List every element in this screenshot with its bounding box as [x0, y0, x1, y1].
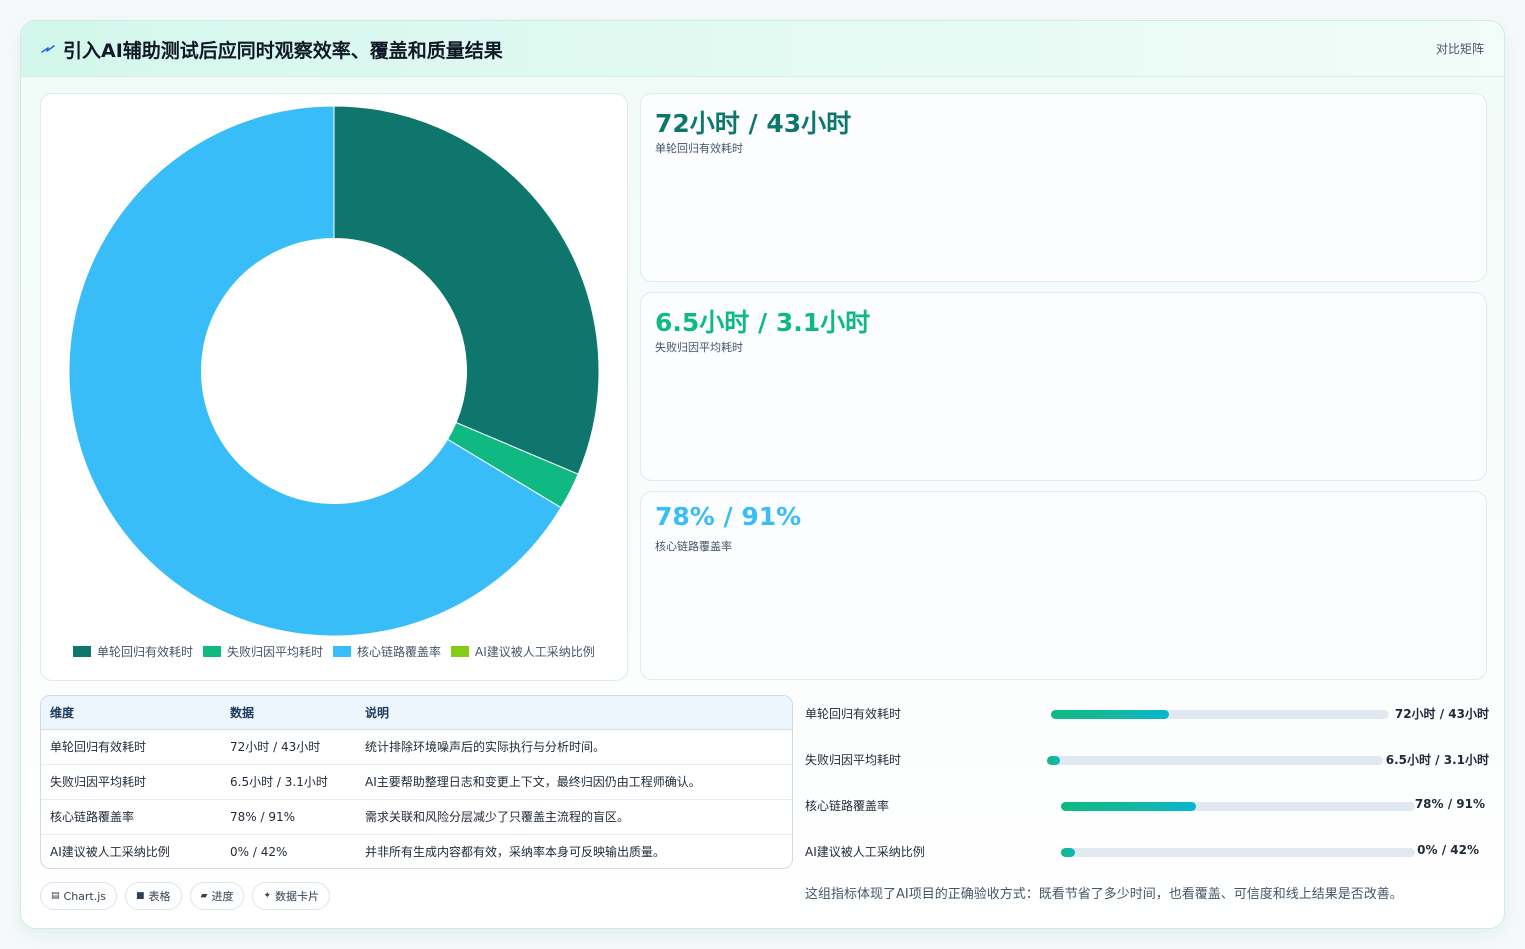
table-header-cell: 数据 [221, 696, 356, 730]
chip-label: 表格 [148, 890, 171, 903]
progress-label: 单轮回归有效耗时 [805, 707, 902, 721]
progress-label: AI建议被人工采纳比例 [805, 845, 925, 859]
donut-chart-panel: 单轮回归有效耗时 失败归因平均耗时 核心链路覆盖率 AI建议被人工采纳比例 [40, 93, 628, 681]
legend-label: 核心链路覆盖率 [357, 644, 442, 659]
table-cell: 并非所有生成内容都有效，采纳率本身可反映输出质量。 [365, 845, 666, 860]
metric-label: 单轮回归有效耗时 [655, 142, 743, 155]
chip-label: 进度 [211, 890, 234, 903]
progress-track [1051, 710, 1389, 719]
table-header-cell: 说明 [356, 696, 792, 730]
progress-fill [1061, 848, 1076, 857]
legend-item[interactable]: 单轮回归有效耗时 [73, 643, 193, 659]
metric-card-attribution: 6.5小时 / 3.1小时 失败归因平均耗时 [640, 292, 1487, 481]
progress-row: 失败归因平均耗时 6.5小时 / 3.1小时 [805, 749, 1489, 769]
table-cell: 需求关联和风险分层减少了只覆盖主流程的盲区。 [356, 799, 792, 835]
page-title: 引入AI辅助测试后应同时观察效率、覆盖和质量结果 [63, 40, 503, 62]
comparison-table: 维度 数据 说明 单轮回归有效耗时 72小时 / 43小时 统计排除环境噪声后的… [40, 695, 793, 869]
legend-swatch [451, 645, 470, 657]
legend-label: AI建议被人工采纳比例 [475, 644, 595, 659]
bolt-icon [41, 45, 55, 53]
metric-value: 72小时 / 43小时 [655, 109, 852, 138]
dashboard-card: 引入AI辅助测试后应同时观察效率、覆盖和质量结果 对比矩阵 单轮回归有效耗时 失… [20, 20, 1505, 929]
table-icon: ■ [136, 891, 145, 901]
table-cell: 72小时 / 43小时 [221, 729, 356, 765]
metric-card-coverage: 78% / 91% 核心链路覆盖率 [640, 491, 1487, 680]
table-cell: 统计排除环境噪声后的实际执行与分析时间。 [356, 729, 792, 765]
chip-table[interactable]: ■ 表格 [125, 882, 182, 910]
summary-note: 这组指标体现了AI项目的正确验收方式：既看节省了多少时间，也看覆盖、可信度和线上… [805, 887, 1403, 902]
progress-value: 78% / 91% [1414, 797, 1485, 811]
progress-row: AI建议被人工采纳比例 0% / 42% [805, 841, 1479, 861]
chip-data-card[interactable]: ✦ 数据卡片 [252, 882, 331, 910]
progress-track [1061, 848, 1415, 857]
legend-item[interactable]: AI建议被人工采纳比例 [451, 643, 595, 659]
table-cell: AI建议被人工采纳比例 [50, 845, 170, 860]
chart-icon: ▤ [51, 891, 60, 901]
progress-label: 失败归因平均耗时 [805, 753, 902, 767]
card-icon: ✦ [263, 891, 272, 901]
chip-progress[interactable]: ▰ 进度 [189, 882, 245, 910]
header-bar: 引入AI辅助测试后应同时观察效率、覆盖和质量结果 对比矩阵 [21, 21, 1504, 77]
legend-item[interactable]: 核心链路覆盖率 [333, 643, 441, 659]
chip-chartjs[interactable]: ▤ Chart.js [40, 882, 118, 910]
table-row: 单轮回归有效耗时 72小时 / 43小时 统计排除环境噪声后的实际执行与分析时间… [41, 729, 792, 765]
table-cell: 核心链路覆盖率 [41, 799, 221, 835]
metric-label: 核心链路覆盖率 [655, 540, 732, 553]
chip-label: 数据卡片 [275, 890, 320, 903]
progress-icon: ▰ [200, 891, 208, 901]
progress-row: 单轮回归有效耗时 72小时 / 43小时 [805, 703, 1489, 723]
legend-swatch [203, 645, 222, 657]
progress-value: 6.5小时 / 3.1小时 [1385, 753, 1489, 767]
chart-legend: 单轮回归有效耗时 失败归因平均耗时 核心链路覆盖率 AI建议被人工采纳比例 [73, 643, 595, 659]
legend-label: 失败归因平均耗时 [227, 644, 324, 659]
tech-chips: ▤ Chart.js ■ 表格 ▰ 进度 ✦ 数据卡片 [40, 882, 331, 910]
table-row: AI建议被人工采纳比例 0% / 42% 并非所有生成内容都有效，采纳率本身可反… [41, 834, 792, 868]
progress-row: 核心链路覆盖率 78% / 91% [805, 795, 1485, 815]
table-row: 核心链路覆盖率 78% / 91% 需求关联和风险分层减少了只覆盖主流程的盲区。 [41, 799, 792, 835]
progress-value: 72小时 / 43小时 [1394, 707, 1489, 721]
progress-fill [1047, 756, 1061, 765]
table-cell: 失败归因平均耗时 [41, 764, 221, 800]
progress-value: 0% / 42% [1417, 843, 1479, 857]
donut-chart [68, 105, 600, 637]
donut-slice[interactable] [333, 105, 600, 475]
table-cell: 78% / 91% [221, 799, 356, 835]
legend-swatch [333, 645, 352, 657]
legend-item[interactable]: 失败归因平均耗时 [203, 643, 323, 659]
table-cell: 0% / 42% [230, 844, 288, 859]
progress-track [1061, 802, 1415, 811]
table-header-cell: 维度 [41, 696, 221, 730]
view-tag: 对比矩阵 [1435, 42, 1484, 56]
table-row: 失败归因平均耗时 6.5小时 / 3.1小时 AI主要帮助整理日志和变更上下文，… [41, 764, 792, 800]
progress-fill [1061, 802, 1196, 811]
metric-value: 78% / 91% [655, 502, 802, 531]
legend-swatch [73, 645, 91, 657]
progress-label: 核心链路覆盖率 [805, 799, 890, 813]
metric-card-regression: 72小时 / 43小时 单轮回归有效耗时 [640, 93, 1487, 282]
table-cell: 6.5小时 / 3.1小时 [221, 764, 356, 800]
metric-label: 失败归因平均耗时 [655, 341, 743, 354]
table-header-row: 维度 数据 说明 [41, 696, 792, 730]
progress-fill [1051, 710, 1170, 719]
table-cell: AI主要帮助整理日志和变更上下文，最终归因仍由工程师确认。 [356, 764, 792, 800]
progress-track [1047, 756, 1383, 765]
metric-value: 6.5小时 / 3.1小时 [655, 308, 871, 337]
legend-label: 单轮回归有效耗时 [97, 644, 194, 659]
table-cell: 单轮回归有效耗时 [41, 729, 221, 765]
chip-label: Chart.js [63, 889, 107, 903]
